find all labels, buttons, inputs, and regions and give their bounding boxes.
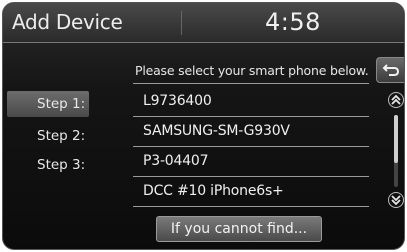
device-list-item[interactable]: SAMSUNG-SM-G930V bbox=[133, 117, 369, 147]
instruction-text: Please select your smart phone below. bbox=[135, 63, 369, 78]
add-device-screen: Add Device 4:58 Please select your smart… bbox=[2, 2, 405, 250]
scroll-thumb[interactable] bbox=[394, 115, 398, 163]
cannot-find-button[interactable]: If you cannot find... bbox=[156, 216, 322, 242]
page-title: Add Device bbox=[12, 10, 123, 34]
divider bbox=[133, 83, 369, 84]
header-bar: Add Device 4:58 bbox=[3, 3, 404, 43]
back-arrow-icon bbox=[382, 64, 400, 76]
double-chevron-down-icon bbox=[388, 192, 404, 208]
device-list-item[interactable]: DCC #10 iPhone6s+ bbox=[133, 177, 369, 207]
step-3-label: Step 3: bbox=[37, 157, 86, 173]
device-list-item[interactable]: P3-04407 bbox=[133, 147, 369, 177]
step-2-label: Step 2: bbox=[37, 128, 86, 144]
scroll-track[interactable] bbox=[394, 115, 398, 187]
device-list-item[interactable]: L9736400 bbox=[133, 87, 369, 117]
scroll-down-button[interactable] bbox=[387, 191, 404, 209]
scroll-up-button[interactable] bbox=[387, 91, 404, 109]
header-divider bbox=[181, 11, 182, 35]
double-chevron-up-icon bbox=[388, 92, 404, 108]
back-button[interactable] bbox=[376, 57, 404, 83]
scrollbar[interactable] bbox=[386, 89, 404, 215]
step-1-label: Step 1: bbox=[7, 91, 89, 117]
clock: 4:58 bbox=[265, 8, 321, 36]
device-list: L9736400 SAMSUNG-SM-G930V P3-04407 DCC #… bbox=[133, 87, 369, 207]
